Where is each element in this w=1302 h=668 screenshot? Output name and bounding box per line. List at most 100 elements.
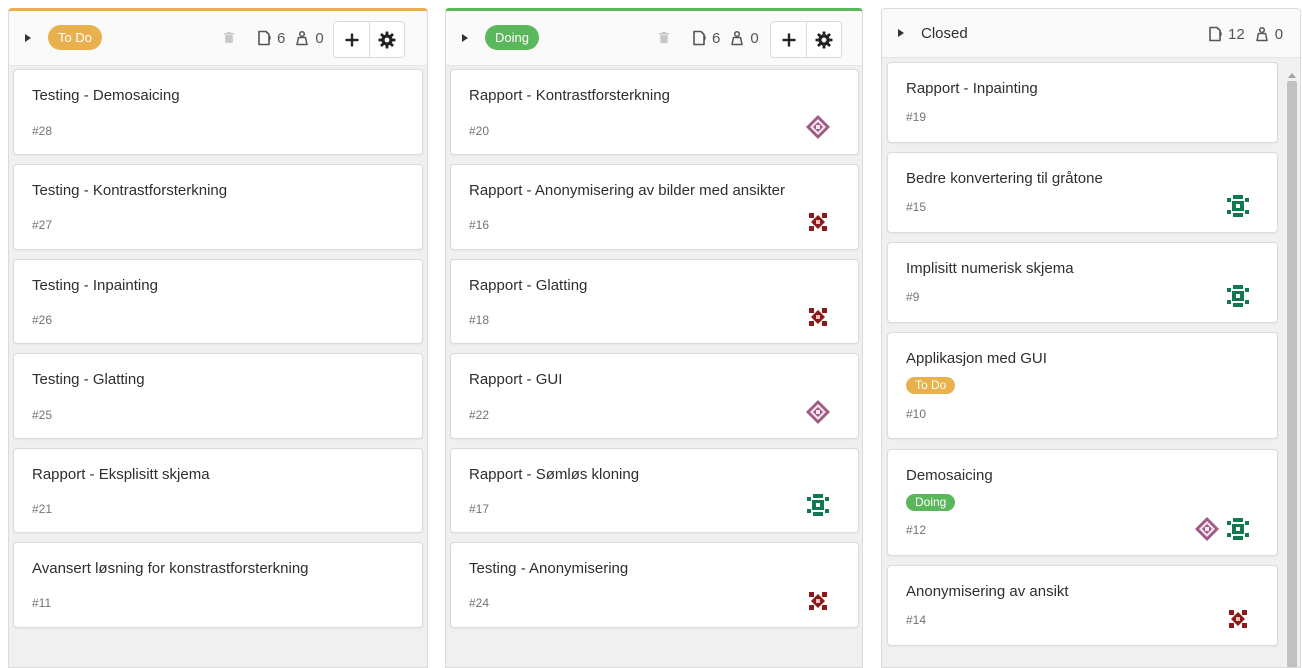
add-issue-button[interactable] [334, 22, 369, 57]
issues-icon [256, 30, 272, 46]
issue-card[interactable]: Rapport - Glatting #18 [450, 259, 859, 344]
issue-title[interactable]: Testing - Anonymisering [469, 560, 628, 577]
issue-title[interactable]: Rapport - Sømløs kloning [469, 466, 639, 483]
list-settings-button[interactable] [806, 22, 841, 57]
issue-card[interactable]: Rapport - GUI #22 [450, 353, 859, 439]
issue-number: #20 [469, 124, 490, 138]
issue-title[interactable]: Testing - Inpainting [32, 277, 158, 294]
issue-card[interactable]: Testing - Anonymisering #24 [450, 542, 859, 628]
assignee-avatar-green[interactable] [1225, 516, 1251, 542]
board-list-closed: Closed 12 0 Rapport - Inpainting #19 Bed… [881, 8, 1301, 668]
issue-number: #12 [906, 523, 927, 537]
issue-card[interactable]: Anonymisering av ansikt #14 [887, 565, 1278, 646]
issue-card[interactable]: Rapport - Eksplisitt skjema #21 [13, 448, 423, 533]
assignee-avatar-green[interactable] [805, 492, 831, 518]
issue-title[interactable]: Rapport - Glatting [469, 277, 587, 294]
add-issue-button[interactable] [771, 22, 806, 57]
trash-icon[interactable] [659, 32, 669, 43]
gear-icon [378, 31, 396, 48]
issue-card[interactable]: Testing - Demosaicing #28 [13, 69, 423, 155]
scrollbar-thumb[interactable] [1287, 81, 1297, 667]
issue-title[interactable]: Applikasjon med GUI [906, 350, 1047, 367]
issue-title[interactable]: Rapport - Inpainting [906, 80, 1038, 97]
issue-title[interactable]: Bedre konvertering til gråtone [906, 170, 1103, 187]
issue-card[interactable]: Demosaicing Doing #12 [887, 449, 1278, 556]
assignee-avatar-purple[interactable] [805, 114, 831, 140]
issue-title[interactable]: Testing - Kontrastforsterkning [32, 182, 227, 199]
issue-title[interactable]: Testing - Demosaicing [32, 87, 180, 104]
board-list-todo: To Do 6 0 Testing - Demosaicing #28 Test… [8, 8, 428, 668]
board: To Do 6 0 Testing - Demosaicing #28 Test… [0, 0, 1302, 668]
scroll-up-arrow-icon[interactable] [1288, 73, 1296, 78]
issue-title[interactable]: Testing - Glatting [32, 371, 145, 388]
issue-card[interactable]: Testing - Glatting #25 [13, 353, 423, 439]
issue-card[interactable]: Bedre konvertering til gråtone #15 [887, 152, 1278, 233]
issue-card[interactable]: Rapport - Anonymisering av bilder med an… [450, 164, 859, 250]
issue-number: #9 [906, 290, 920, 304]
issue-title[interactable]: Demosaicing [906, 467, 993, 484]
issue-number: #22 [469, 408, 490, 422]
issue-card[interactable]: Applikasjon med GUI To Do #10 [887, 332, 1278, 439]
board-list-doing: Doing 6 0 Rapport - Kontrastforsterkning… [445, 8, 863, 668]
list-label-doing[interactable]: Doing [485, 25, 539, 50]
weight-icon [1254, 26, 1270, 42]
issue-card[interactable]: Rapport - Kontrastforsterkning #20 [450, 69, 859, 155]
issue-title[interactable]: Rapport - GUI [469, 371, 562, 388]
list-header-closed: Closed 12 0 [882, 9, 1300, 58]
issue-number: #21 [32, 502, 53, 516]
assignee-avatar-green[interactable] [1225, 283, 1251, 309]
issue-card[interactable]: Rapport - Sømløs kloning #17 [450, 448, 859, 533]
label-tag-doing[interactable]: Doing [906, 494, 956, 511]
issue-title[interactable]: Rapport - Anonymisering av bilder med an… [469, 182, 785, 199]
gear-icon [815, 31, 833, 48]
weight-icon [294, 30, 310, 46]
issue-card[interactable]: Implisitt numerisk skjema #9 [887, 242, 1278, 323]
assignee-avatar-green[interactable] [1225, 193, 1251, 219]
issue-title[interactable]: Anonymisering av ansikt [906, 583, 1069, 600]
collapse-caret-icon[interactable] [25, 34, 31, 42]
list-actions [770, 21, 842, 58]
assignee-avatar-red[interactable] [1225, 606, 1251, 632]
assignee-avatar-red[interactable] [805, 304, 831, 330]
issue-count: 12 [1228, 25, 1245, 43]
issue-card[interactable]: Rapport - Inpainting #19 [887, 62, 1278, 143]
weight-count: 0 [315, 29, 324, 47]
assignee-avatar-purple[interactable] [805, 399, 831, 425]
list-label-todo[interactable]: To Do [48, 25, 102, 50]
issue-count: 6 [277, 29, 286, 47]
issue-card[interactable]: Testing - Kontrastforsterkning #27 [13, 164, 423, 250]
assignee-avatar-red[interactable] [805, 209, 831, 235]
issue-number: #14 [906, 613, 927, 627]
issue-count: 6 [712, 29, 721, 47]
trash-icon[interactable] [224, 32, 234, 43]
issue-number: #10 [906, 407, 927, 421]
issue-card[interactable]: Avansert løsning for konstrastforsterkni… [13, 542, 423, 628]
label-tag-todo[interactable]: To Do [906, 377, 956, 394]
list-settings-button[interactable] [369, 22, 404, 57]
plus-icon [345, 33, 358, 46]
list-actions [333, 21, 405, 58]
issue-number: #25 [32, 408, 53, 422]
issues-icon [1207, 26, 1223, 42]
issue-title[interactable]: Implisitt numerisk skjema [906, 260, 1074, 277]
issue-number: #16 [469, 218, 490, 232]
issue-card[interactable]: Testing - Inpainting #26 [13, 259, 423, 344]
weight-icon [729, 30, 745, 46]
issue-number: #24 [469, 596, 490, 610]
issue-number: #27 [32, 218, 53, 232]
issue-title[interactable]: Rapport - Eksplisitt skjema [32, 466, 210, 483]
list-scrollbar[interactable] [1285, 71, 1299, 667]
collapse-caret-icon[interactable] [898, 29, 904, 37]
issue-title[interactable]: Avansert løsning for konstrastforsterkni… [32, 560, 309, 577]
issue-number: #11 [32, 596, 52, 610]
assignee-avatar-red[interactable] [805, 588, 831, 614]
list-header-todo: To Do 6 0 [9, 11, 427, 66]
issue-number: #15 [906, 200, 927, 214]
issue-number: #18 [469, 313, 490, 327]
issue-number: #28 [32, 124, 53, 138]
list-title-closed: Closed [921, 25, 968, 42]
issue-title[interactable]: Rapport - Kontrastforsterkning [469, 87, 670, 104]
assignee-avatar-purple[interactable] [1194, 516, 1220, 542]
collapse-caret-icon[interactable] [462, 34, 468, 42]
list-counts: 12 0 [1207, 24, 1292, 44]
